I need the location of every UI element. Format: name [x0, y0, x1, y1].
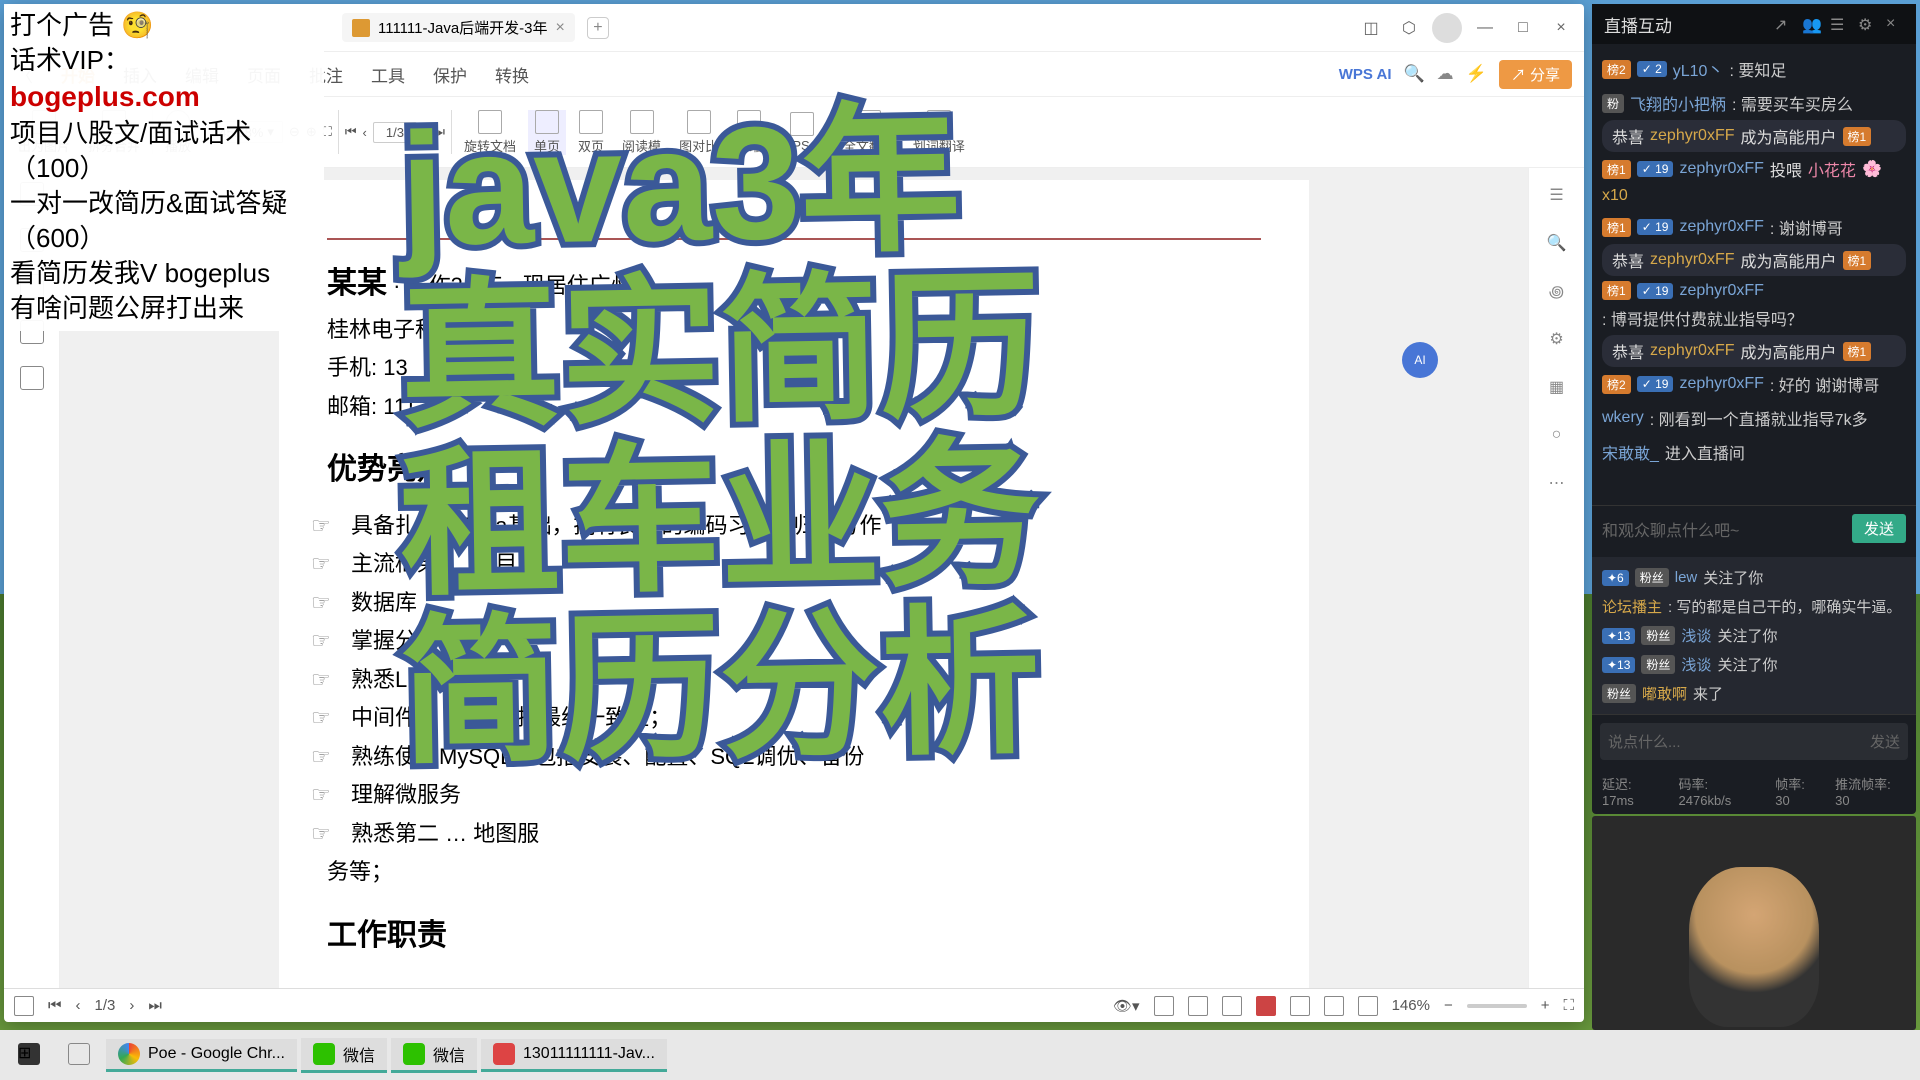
settings-side-icon[interactable]: ⚙ [1544, 326, 1570, 352]
play-sb-icon[interactable] [1256, 996, 1276, 1016]
close-window-icon[interactable]: × [1546, 13, 1576, 43]
filter-icon[interactable]: ☰ [1830, 15, 1848, 33]
webcam-feed [1592, 816, 1916, 1030]
sb-page[interactable]: 1/3 [95, 997, 116, 1014]
single-page-button[interactable]: 单页 [528, 110, 566, 155]
eye-icon[interactable]: 👁▾ [1113, 997, 1140, 1015]
ad-overlay: 打个广告 🧐 话术VIP：bogeplus.com 项目八股文/面试话术（100… [4, 4, 324, 331]
page-input[interactable]: 1/3 [373, 122, 417, 143]
cube-icon[interactable]: ⬡ [1394, 13, 1424, 43]
document-page: 某某 · 工作3.5年 · 现居住广州 桂林电子科技 手机: 13 邮箱: 11… [279, 180, 1309, 988]
people-icon[interactable]: 👥 [1802, 15, 1820, 33]
more-icon[interactable]: ⋯ [1544, 470, 1570, 496]
circle-icon[interactable]: ○ [1544, 422, 1570, 448]
zoom-out-sb[interactable]: − [1444, 997, 1453, 1014]
contrast-button[interactable]: 图对比 [673, 110, 724, 155]
wps-ai-button[interactable]: WPS AI [1339, 66, 1392, 83]
taskbar-wps[interactable]: 13011111111-Jav... [481, 1039, 667, 1072]
last-page-icon[interactable]: ⏭ [433, 124, 445, 140]
prev-page-icon[interactable]: ‹ [363, 125, 367, 140]
export-icon[interactable]: ↗ [1774, 15, 1792, 33]
document-tab[interactable]: 111111-Java后端开发-3年 × [342, 13, 575, 42]
share-button[interactable]: ↗ 分享 [1499, 60, 1572, 89]
search-icon[interactable]: 🔍 [1403, 64, 1424, 84]
zoom-slider[interactable] [1467, 1004, 1527, 1008]
pdf-icon [352, 19, 370, 37]
section-highlights: 优势亮点 [327, 444, 1261, 497]
taskbar-wechat2[interactable]: 微信 [391, 1038, 477, 1073]
taskbar-wechat1[interactable]: 微信 [301, 1038, 387, 1073]
search-side-icon[interactable]: 🔍 [1544, 230, 1570, 256]
first-page-icon[interactable]: ⏮ [345, 124, 357, 140]
chat-input[interactable]: 和观众聊点什么吧~ [1602, 517, 1846, 541]
close-chat-icon[interactable]: × [1886, 15, 1904, 33]
view2-icon[interactable] [1188, 996, 1208, 1016]
maximize-icon[interactable]: □ [1508, 13, 1538, 43]
menu-tools[interactable]: 工具 [371, 62, 405, 87]
taskbar: ⊞ Poe - Google Chr... 微信 微信 13011111111-… [0, 1030, 1920, 1080]
fullscreen-icon[interactable]: ⛶ [1563, 997, 1574, 1014]
grid-icon[interactable]: ▦ [1544, 374, 1570, 400]
close-tab-icon[interactable]: × [556, 19, 565, 37]
wps-ai-tool[interactable]: WPS AI [774, 112, 831, 153]
ai-assistant-bubble[interactable]: AI [1402, 342, 1438, 378]
send-button[interactable]: 发送 [1852, 514, 1906, 543]
translate-button[interactable]: 全文翻译 [837, 110, 901, 155]
next-page-icon[interactable]: › [423, 125, 427, 140]
zoom-in-sb[interactable]: + [1541, 997, 1550, 1014]
rotate-button[interactable]: 旋转文档 [458, 110, 522, 155]
new-tab-button[interactable]: + [587, 17, 609, 39]
tab-title: 111111-Java后端开发-3年 [378, 17, 548, 38]
cloud-icon[interactable]: ☁ [1437, 64, 1454, 84]
sb-first-icon[interactable]: ⏮ [48, 997, 62, 1014]
menu-convert[interactable]: 转换 [495, 62, 529, 87]
start-button[interactable]: ⊞ [6, 1039, 52, 1072]
resume-name: 某某 [327, 267, 387, 300]
read-mode-button[interactable]: 阅读模 [616, 110, 667, 155]
minimize-icon[interactable]: — [1470, 13, 1500, 43]
view1-icon[interactable] [1154, 996, 1174, 1016]
sb-next-icon[interactable]: › [129, 997, 134, 1014]
section-duties: 工作职责 [327, 910, 1261, 963]
live-chat-panel: 直播互动 ↗ 👥 ☰ ⚙ × 榜2✓ 2yL10丶: 要知足 粉飞翔的小把柄: … [1592, 4, 1916, 814]
layers-icon[interactable] [20, 366, 44, 390]
chat-input-2[interactable]: 说点什么...发送 [1600, 723, 1908, 760]
view4-icon[interactable] [1290, 996, 1310, 1016]
double-page-button[interactable]: 双页 [572, 110, 610, 155]
fit-icon[interactable]: ⛶ [323, 124, 332, 140]
sb-last-icon[interactable]: ⏭ [148, 997, 162, 1014]
chat-title: 直播互动 [1604, 12, 1764, 37]
menu-protect[interactable]: 保护 [433, 62, 467, 87]
stream-stats: 延迟: 17ms码率: 2476kb/s帧率: 30推流帧率: 30 [1592, 768, 1916, 814]
compress-button[interactable]: 压缩 [730, 110, 768, 155]
dict-button[interactable]: 划词翻译 [907, 110, 971, 155]
sidebar-toggle-icon[interactable] [14, 996, 34, 1016]
sb-prev-icon[interactable]: ‹ [76, 997, 81, 1014]
layout-icon[interactable]: ◫ [1356, 13, 1386, 43]
zoom-label: 146% [1392, 997, 1430, 1014]
view6-icon[interactable] [1358, 996, 1378, 1016]
gear-icon[interactable]: ⚙ [1858, 15, 1876, 33]
collapse-icon[interactable]: ☰ [1544, 182, 1570, 208]
taskbar-chrome[interactable]: Poe - Google Chr... [106, 1039, 297, 1072]
avatar-icon[interactable] [1432, 13, 1462, 43]
view3-icon[interactable] [1222, 996, 1242, 1016]
task-view-button[interactable] [56, 1039, 102, 1072]
bolt-icon[interactable]: ⚡ [1466, 64, 1487, 84]
view5-icon[interactable] [1324, 996, 1344, 1016]
spiral-icon[interactable]: ꩜ [1544, 278, 1570, 304]
